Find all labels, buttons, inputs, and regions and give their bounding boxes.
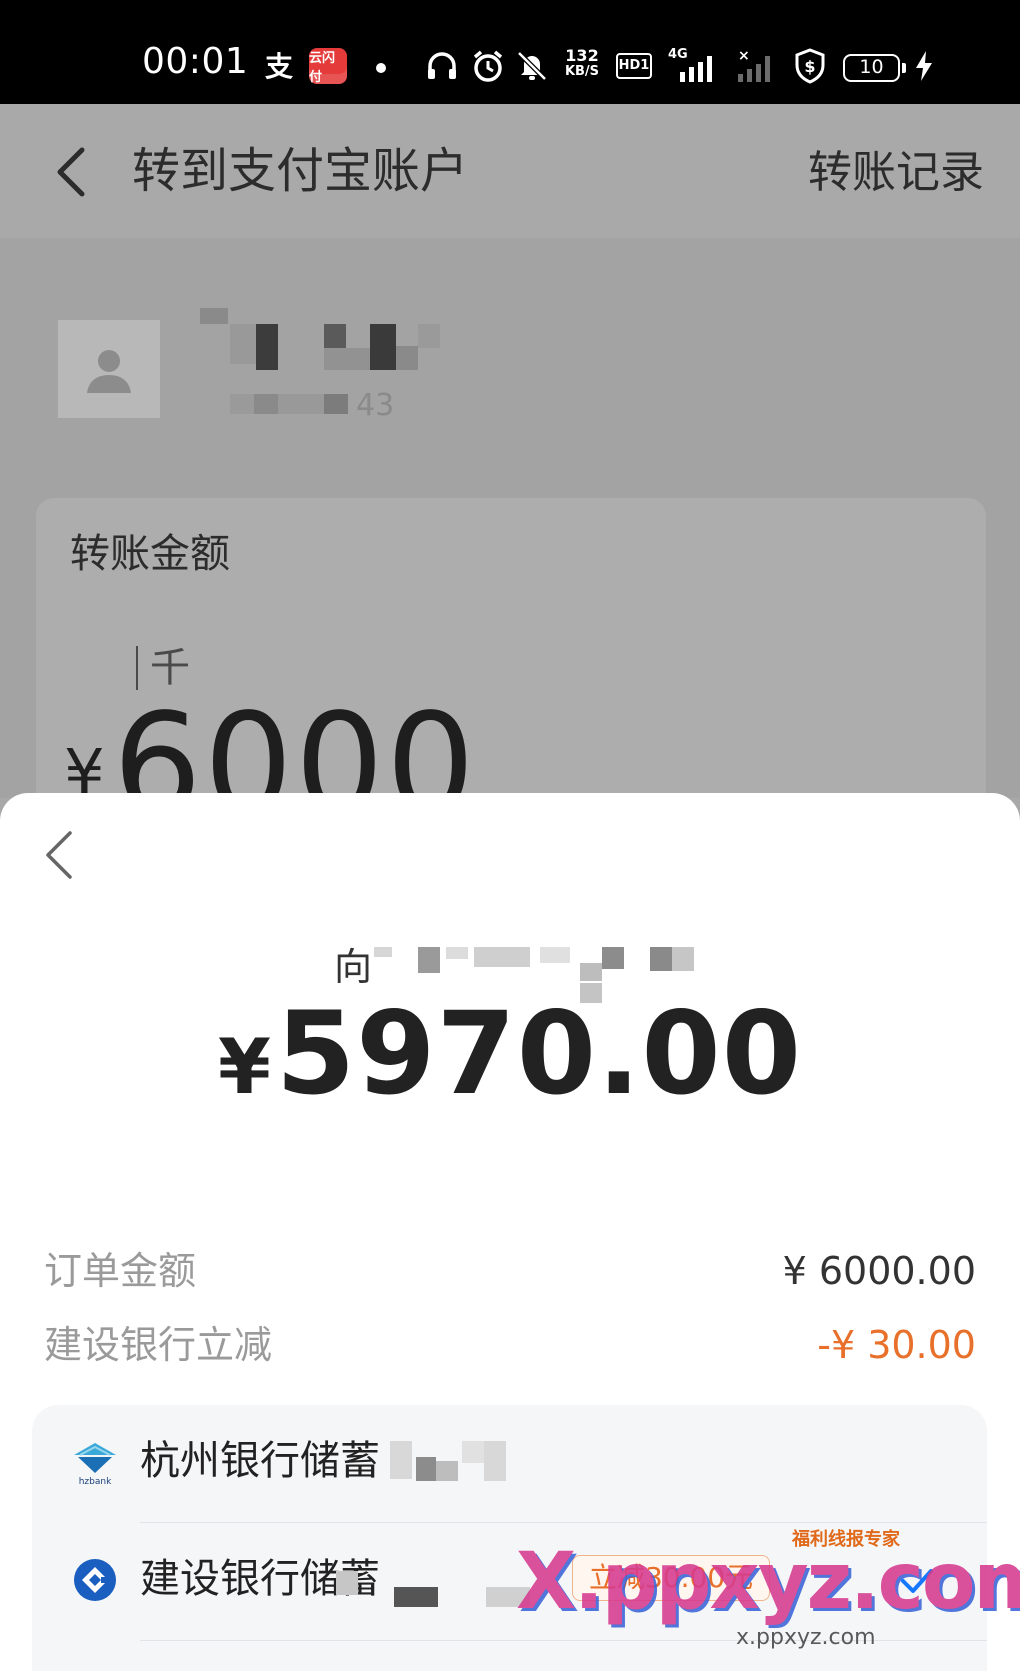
payment-amount-value: 5970.00: [275, 987, 803, 1120]
signal-icon: [680, 56, 712, 82]
shield-dollar-icon: $: [792, 48, 828, 84]
amount-label: 转账金额: [70, 531, 230, 577]
charging-bolt-icon: [912, 48, 936, 84]
back-button[interactable]: [46, 142, 102, 202]
net-speed-indicator: 132 KB/S: [560, 48, 604, 86]
order-amount-value: ¥ 6000.00: [782, 1249, 976, 1293]
discount-row: 建设银行立减 -¥ 30.00: [44, 1319, 976, 1375]
contact-account-suffix: 43: [356, 388, 395, 423]
discount-value: -¥ 30.00: [817, 1323, 976, 1367]
net-speed-value: 132: [565, 46, 599, 65]
order-amount-label: 订单金额: [44, 1249, 197, 1293]
notification-dot-icon: [376, 63, 386, 73]
unionpay-notification-icon: 云闪付: [309, 48, 347, 85]
payment-method-ccb[interactable]: 建设银行储蓄 立减30.00元: [32, 1523, 987, 1641]
sheet-back-button[interactable]: [40, 827, 80, 883]
svg-text:$: $: [804, 57, 815, 76]
transfer-records-link[interactable]: 转账记录: [808, 144, 984, 201]
battery-indicator: 10: [843, 54, 906, 82]
chevron-left-icon: [46, 831, 72, 879]
check-icon: [901, 1569, 933, 1593]
hzbank-logo-text: hzbank: [79, 1477, 112, 1487]
signal-sim2-icon: [738, 56, 770, 82]
discount-tag: 立减30.00元: [572, 1555, 771, 1602]
user-icon: [87, 350, 131, 393]
payment-method-hzbank[interactable]: hzbank 杭州银行储蓄: [32, 1405, 987, 1523]
net-speed-unit: KB/S: [564, 64, 600, 79]
payment-method-list: hzbank 杭州银行储蓄 建设银行储蓄 立减30.00元: [32, 1405, 987, 1671]
alarm-icon: [470, 48, 506, 84]
page-title: 转到支付宝账户: [132, 143, 469, 199]
divider: [140, 1640, 987, 1641]
screen: 00:01 支 云闪付 132 KB/S HD1 4G × $ 10 转到支付宝…: [0, 0, 1020, 1671]
transfer-page-body: 43 转账金额 千 ¥6000: [0, 238, 1020, 858]
status-bar: 00:01 支 云闪付 132 KB/S HD1 4G × $ 10: [0, 0, 1020, 104]
headphones-icon: [424, 48, 460, 84]
bank-name: 杭州银行储蓄: [140, 1438, 380, 1484]
status-time: 00:01: [142, 41, 249, 82]
mute-bell-icon: [514, 48, 550, 84]
ccb-logo-icon: [70, 1555, 120, 1605]
discount-label: 建设银行立减: [44, 1323, 273, 1367]
chevron-left-icon: [57, 147, 85, 197]
alipay-notification-icon: 支: [264, 50, 293, 83]
avatar: [58, 320, 160, 418]
hzbank-logo-icon: hzbank: [70, 1437, 120, 1487]
transfer-page-header: 转到支付宝账户 转账记录: [0, 104, 1020, 239]
payment-currency: ¥: [217, 1022, 272, 1111]
hd-voice-icon: HD1: [616, 53, 652, 79]
payment-amount: ¥5970.00: [0, 991, 1020, 1116]
payee-prefix: 向: [334, 945, 373, 989]
payment-sheet: 向 ¥5970.00 订单金额 ¥ 6000.00 建设银行立减 -¥ 30.0…: [0, 793, 1020, 1671]
order-amount-row: 订单金额 ¥ 6000.00: [44, 1245, 976, 1301]
